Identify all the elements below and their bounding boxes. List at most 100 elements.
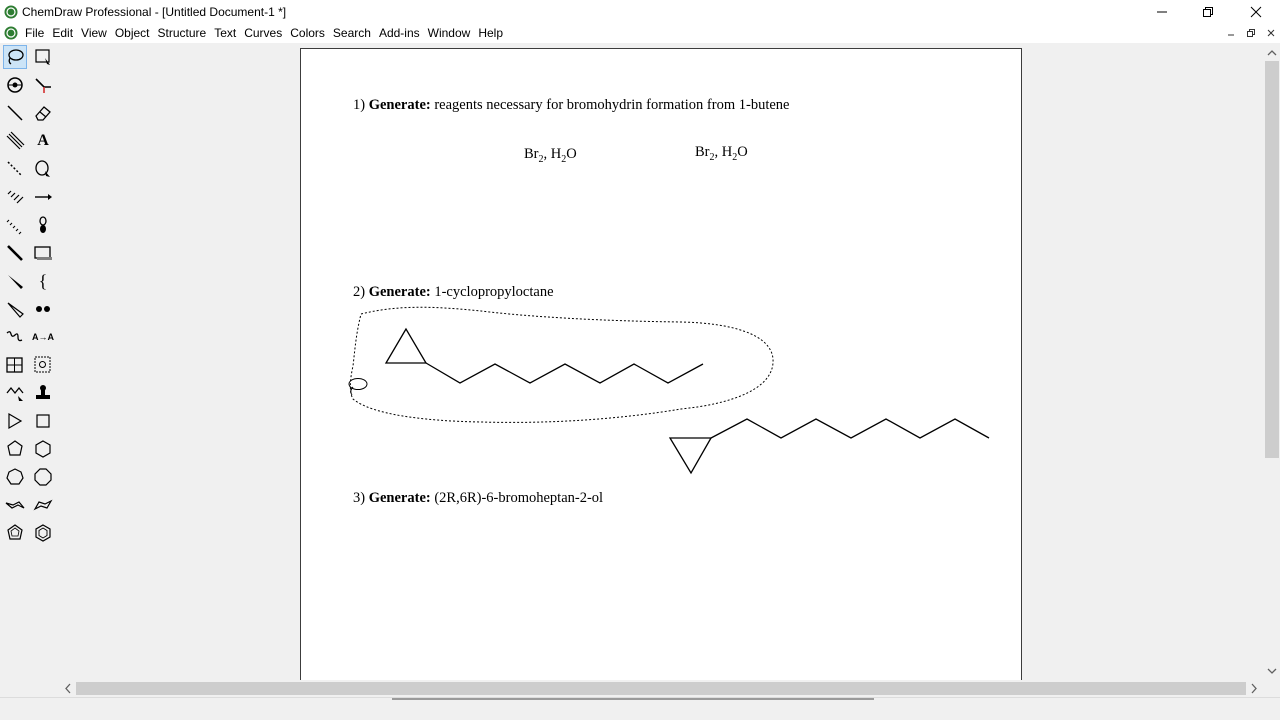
mapping-glyph: A→A xyxy=(32,332,54,342)
scroll-left-icon[interactable] xyxy=(60,680,76,697)
dashed-bond-tool[interactable] xyxy=(3,157,27,181)
document-icon[interactable] xyxy=(4,26,18,40)
rotate-3d-icon xyxy=(7,77,23,93)
scroll-right-icon[interactable] xyxy=(1246,680,1262,697)
cycloheptane-tool[interactable] xyxy=(31,465,55,489)
scroll-up-icon[interactable] xyxy=(1264,45,1280,61)
square-ring-icon xyxy=(36,414,50,428)
scroll-down-icon[interactable] xyxy=(1264,663,1280,679)
cyclobutane-tool[interactable] xyxy=(31,409,55,433)
mdi-minimize-button[interactable] xyxy=(1222,26,1240,40)
hashed-bond-tool[interactable] xyxy=(3,129,27,153)
document-workspace[interactable]: 1) Generate: reagents necessary for brom… xyxy=(58,43,1264,680)
hexagon-ring-icon xyxy=(35,440,51,458)
drawing-layer[interactable] xyxy=(301,49,1021,680)
question-3-number: 3) xyxy=(353,490,366,506)
chain-tool[interactable] xyxy=(3,381,27,405)
chair-2-tool[interactable] xyxy=(31,493,55,517)
hashed-wedge-tool[interactable] xyxy=(3,185,27,209)
eraser-icon xyxy=(35,106,51,121)
lasso-icon xyxy=(8,49,24,65)
cyclopropyloctane-structure-1[interactable] xyxy=(384,327,704,384)
chair-conformation-icon xyxy=(5,501,25,509)
menu-window[interactable]: Window xyxy=(424,23,475,43)
minimize-icon xyxy=(1157,11,1167,12)
minimize-button[interactable] xyxy=(1139,0,1185,23)
question-3[interactable]: 3) Generate: (2R,6R)-6-bromoheptan-2-ol xyxy=(353,490,603,507)
menu-file[interactable]: File xyxy=(21,23,48,43)
octagon-ring-icon xyxy=(34,468,52,486)
horizontal-scrollbar[interactable] xyxy=(58,680,1264,697)
wavy-hash-tool[interactable] xyxy=(3,213,27,237)
orbital-tool[interactable] xyxy=(31,213,55,237)
stamp-tool[interactable] xyxy=(31,381,55,405)
triangle-ring-icon xyxy=(8,412,23,430)
wavy-bond-tool[interactable] xyxy=(3,325,27,349)
template-icon xyxy=(34,356,51,373)
hollow-wedge-tool[interactable] xyxy=(3,297,27,321)
bond-tool-2[interactable] xyxy=(31,73,55,97)
marquee-tool[interactable] xyxy=(31,45,55,69)
cyclopentadiene-tool[interactable] xyxy=(3,465,27,489)
cyclopentane-tool[interactable] xyxy=(3,437,27,461)
lasso-cursor-icon xyxy=(348,378,368,396)
menu-object[interactable]: Object xyxy=(111,23,154,43)
menu-structure[interactable]: Structure xyxy=(154,23,211,43)
mapping-tool[interactable]: A→A xyxy=(31,325,55,349)
menu-help[interactable]: Help xyxy=(474,23,507,43)
menu-edit[interactable]: Edit xyxy=(48,23,77,43)
tool-palette: A {A→A xyxy=(0,43,58,680)
structure-perspective-tool[interactable] xyxy=(3,73,27,97)
mdi-minimize-icon xyxy=(1228,34,1234,36)
bold-bond-tool[interactable] xyxy=(3,241,27,265)
eraser-tool[interactable] xyxy=(31,101,55,125)
heptagon-ring-icon xyxy=(6,468,24,485)
charge-tool[interactable] xyxy=(31,297,55,321)
wedge-bond-tool[interactable] xyxy=(3,269,27,293)
status-divider xyxy=(392,698,874,700)
lasso-selection-outline xyxy=(349,306,774,423)
pentagon-alt-icon xyxy=(7,524,23,540)
menu-curves[interactable]: Curves xyxy=(240,23,286,43)
restore-button[interactable] xyxy=(1185,0,1231,23)
rectangle-tool[interactable] xyxy=(31,241,55,265)
bond-angle-icon xyxy=(35,78,51,93)
menu-view[interactable]: View xyxy=(77,23,111,43)
cyclopropyloctane-structure-2[interactable] xyxy=(668,418,990,475)
menu-colors[interactable]: Colors xyxy=(286,23,329,43)
menu-add-ins[interactable]: Add-ins xyxy=(375,23,424,43)
solid-bond-tool[interactable] xyxy=(3,101,27,125)
hashed-bond-icon xyxy=(6,219,22,235)
benzene-tool[interactable] xyxy=(31,521,55,545)
mdi-restore-button[interactable] xyxy=(1242,26,1260,40)
lone-pair-icon xyxy=(36,306,50,312)
multiple-bond-icon xyxy=(6,131,25,150)
pen-tool[interactable] xyxy=(31,157,55,181)
menu-text[interactable]: Text xyxy=(210,23,240,43)
bracket-tool[interactable]: { xyxy=(31,269,55,293)
menu-search[interactable]: Search xyxy=(329,23,375,43)
cyclohexane-tool[interactable] xyxy=(31,437,55,461)
status-bar xyxy=(0,697,1280,720)
window-title: ChemDraw Professional - [Untitled Docume… xyxy=(22,4,287,19)
table-tool[interactable] xyxy=(3,353,27,377)
horizontal-scroll-thumb[interactable] xyxy=(76,682,1246,695)
cyclopentane-ring-tool[interactable] xyxy=(3,521,27,545)
lasso-tool[interactable] xyxy=(3,45,27,69)
vertical-scroll-thumb[interactable] xyxy=(1265,61,1279,458)
hashed-wedge-icon xyxy=(7,190,24,204)
benzene-ring-icon xyxy=(35,524,51,542)
template-tool[interactable] xyxy=(31,353,55,377)
text-tool-glyph: A xyxy=(37,132,49,149)
arrow-icon xyxy=(35,194,52,200)
arrow-tool[interactable] xyxy=(31,185,55,209)
vertical-scrollbar[interactable] xyxy=(1264,43,1280,680)
document-page[interactable]: 1) Generate: reagents necessary for brom… xyxy=(300,48,1022,680)
text-tool[interactable]: A xyxy=(31,129,55,153)
close-button[interactable] xyxy=(1233,0,1279,23)
orbital-icon xyxy=(39,216,47,233)
chair-1-tool[interactable] xyxy=(3,493,27,517)
mdi-close-button[interactable] xyxy=(1262,26,1280,40)
cyclopropane-tool[interactable] xyxy=(3,409,27,433)
wedge-bond-icon xyxy=(8,275,23,289)
